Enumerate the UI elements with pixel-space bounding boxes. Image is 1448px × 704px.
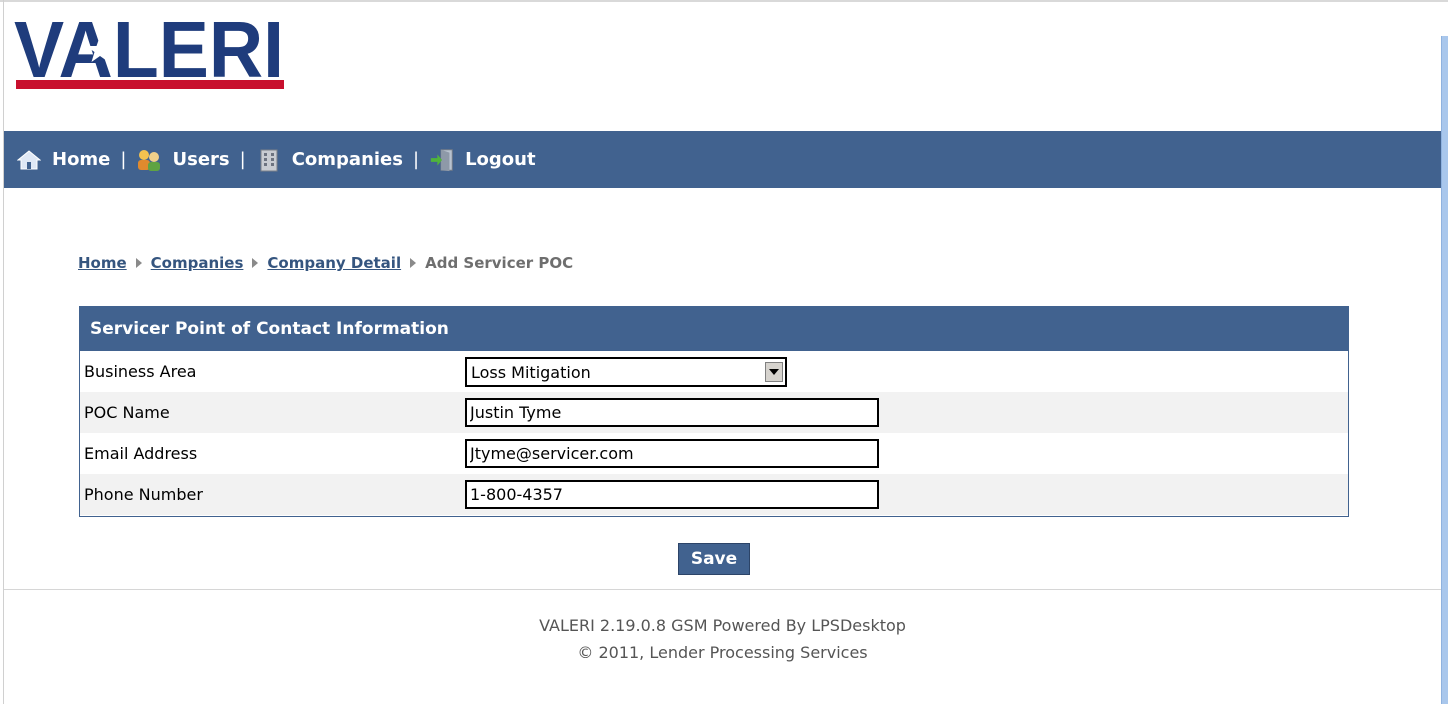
form-row-poc-name: POC Name bbox=[80, 392, 1348, 433]
main-nav: Home | Users | Companies | Logout bbox=[4, 131, 1441, 188]
nav-home-label: Home bbox=[52, 149, 111, 170]
chevron-right-icon bbox=[135, 258, 142, 268]
poc-form-panel: Servicer Point of Contact Information Bu… bbox=[79, 306, 1349, 517]
nav-companies[interactable]: Companies bbox=[256, 147, 403, 173]
poc-name-label: POC Name bbox=[84, 403, 170, 422]
chevron-down-icon[interactable] bbox=[765, 362, 783, 382]
building-icon bbox=[256, 147, 282, 173]
nav-separator: | bbox=[412, 149, 420, 170]
scrollbar[interactable] bbox=[1441, 36, 1448, 704]
panel-title: Servicer Point of Contact Information bbox=[80, 307, 1348, 351]
nav-separator: | bbox=[120, 149, 127, 170]
breadcrumb: Home Companies Company Detail Add Servic… bbox=[78, 254, 573, 272]
phone-label: Phone Number bbox=[84, 485, 203, 504]
form-row-phone: Phone Number bbox=[80, 474, 1348, 515]
window-left-border bbox=[3, 0, 4, 704]
chevron-right-icon bbox=[252, 258, 259, 268]
breadcrumb-company-detail-link[interactable]: Company Detail bbox=[267, 254, 401, 272]
form-row-email: Email Address bbox=[80, 433, 1348, 474]
footer: VALERI 2.19.0.8 GSM Powered By LPSDeskto… bbox=[4, 612, 1441, 666]
logout-icon bbox=[429, 147, 455, 173]
poc-name-field[interactable] bbox=[465, 398, 879, 427]
business-area-select[interactable]: Loss Mitigation bbox=[465, 357, 787, 387]
nav-logout[interactable]: Logout bbox=[429, 147, 536, 173]
valeri-logo: VALERI bbox=[12, 8, 288, 94]
phone-field[interactable] bbox=[465, 480, 879, 509]
window-top-border bbox=[0, 0, 1448, 2]
form-row-business-area: Business Area Loss Mitigation bbox=[80, 351, 1348, 392]
breadcrumb-companies-link[interactable]: Companies bbox=[151, 254, 244, 272]
users-icon bbox=[136, 147, 162, 173]
nav-companies-label: Companies bbox=[291, 149, 403, 170]
nav-users-label: Users bbox=[172, 149, 230, 170]
nav-logout-label: Logout bbox=[465, 149, 536, 170]
email-label: Email Address bbox=[84, 444, 198, 463]
nav-users[interactable]: Users bbox=[136, 147, 230, 173]
save-button[interactable]: Save bbox=[678, 543, 750, 575]
breadcrumb-home-link[interactable]: Home bbox=[78, 254, 127, 272]
nav-home[interactable]: Home bbox=[16, 147, 110, 173]
business-area-label: Business Area bbox=[84, 362, 197, 381]
chevron-right-icon bbox=[410, 258, 417, 268]
home-icon bbox=[16, 147, 42, 173]
email-field[interactable] bbox=[465, 439, 879, 468]
footer-divider bbox=[4, 589, 1441, 590]
logo-stripe bbox=[16, 80, 284, 89]
business-area-value: Loss Mitigation bbox=[471, 362, 591, 382]
footer-version: VALERI 2.19.0.8 GSM Powered By LPSDeskto… bbox=[539, 616, 906, 635]
nav-separator: | bbox=[239, 149, 246, 170]
footer-copyright: © 2011, Lender Processing Services bbox=[577, 643, 868, 662]
breadcrumb-current: Add Servicer POC bbox=[425, 254, 574, 272]
